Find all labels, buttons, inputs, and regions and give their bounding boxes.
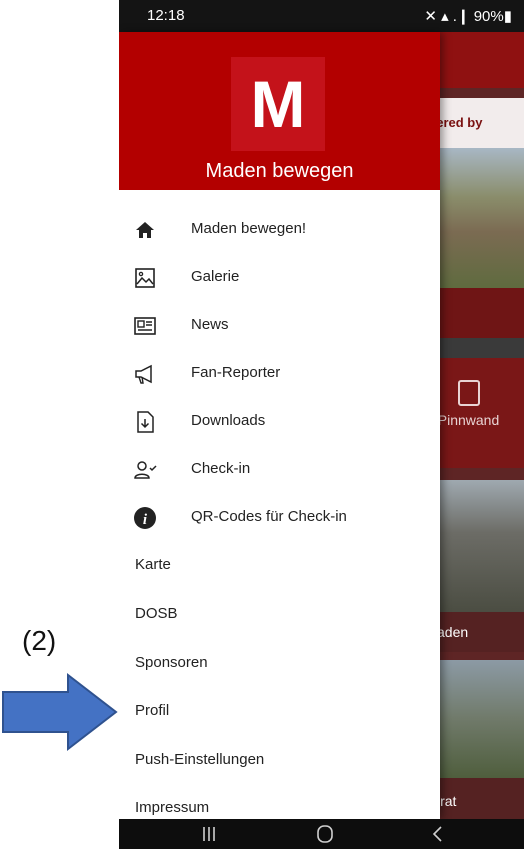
menu-item-sponsoren[interactable]: Sponsoren <box>119 642 440 686</box>
android-nav-bar <box>119 819 524 849</box>
menu-item-label: Impressum <box>135 799 210 816</box>
menu-item-karte[interactable]: Karte <box>119 544 440 588</box>
menu-item-label: Check-in <box>191 460 251 477</box>
app-logo: M <box>231 57 325 151</box>
menu-item-qr-codes[interactable]: i QR-Codes für Check-in <box>119 496 440 540</box>
menu-item-dosb[interactable]: DOSB <box>119 593 440 637</box>
home-icon <box>136 222 154 238</box>
menu-item-galerie[interactable]: Galerie <box>119 256 440 300</box>
background-tile-label: Pinnwand <box>437 412 500 428</box>
menu-item-downloads[interactable]: Downloads <box>119 400 440 444</box>
status-time: 12:18 <box>147 7 185 24</box>
menu-item-maden-bewegen[interactable]: Maden bewegen! <box>119 208 440 252</box>
user-check-icon <box>134 461 157 479</box>
status-bar: 12:18 ✕ ▴ .❙ 90%▮ <box>119 0 524 32</box>
menu-item-label: Maden bewegen! <box>191 220 307 237</box>
menu-item-news[interactable]: News <box>119 304 440 348</box>
menu-item-fan-reporter[interactable]: Fan-Reporter <box>119 352 440 396</box>
drawer-header: M Maden bewegen <box>119 32 440 190</box>
navigation-drawer: M Maden bewegen Maden bewegen! Galerie N… <box>119 32 440 819</box>
menu-item-label: DOSB <box>135 605 178 622</box>
status-icons: ✕ ▴ .❙ 90%▮ <box>424 8 512 25</box>
menu-item-impressum[interactable]: Impressum <box>119 787 440 819</box>
annotation-arrow-icon <box>2 672 118 752</box>
menu-item-push-einstellungen[interactable]: Push-Einstellungen <box>119 739 440 783</box>
menu-item-label: Downloads <box>191 412 266 429</box>
menu-item-label: Fan-Reporter <box>191 364 281 381</box>
app-name: Maden bewegen <box>205 160 354 182</box>
download-file-icon <box>137 411 154 433</box>
home-button-icon[interactable] <box>315 824 335 844</box>
menu-item-label: QR-Codes für Check-in <box>191 508 347 525</box>
annotation-label: (2) <box>22 625 57 656</box>
menu-item-check-in[interactable]: Check-in <box>119 448 440 492</box>
menu-item-label: Push-Einstellungen <box>135 751 265 768</box>
info-icon: i <box>134 507 156 529</box>
menu-item-label: Karte <box>135 556 171 573</box>
clipboard-icon <box>457 380 480 406</box>
menu-item-label: News <box>191 316 229 333</box>
menu-item-label: Galerie <box>191 268 240 285</box>
megaphone-icon <box>135 364 152 384</box>
back-icon[interactable] <box>431 825 445 843</box>
phone-screen: 12:18 ✕ ▴ .❙ 90%▮ vered by Pinnwand aden… <box>119 0 524 849</box>
menu-item-label: Sponsoren <box>135 654 208 671</box>
newspaper-icon <box>134 317 156 335</box>
app-logo-letter: M <box>250 67 306 141</box>
menu-item-profil[interactable]: Profil <box>119 690 440 734</box>
menu-item-label: Profil <box>135 702 170 719</box>
image-icon <box>135 268 155 288</box>
recent-apps-icon[interactable] <box>201 826 217 842</box>
